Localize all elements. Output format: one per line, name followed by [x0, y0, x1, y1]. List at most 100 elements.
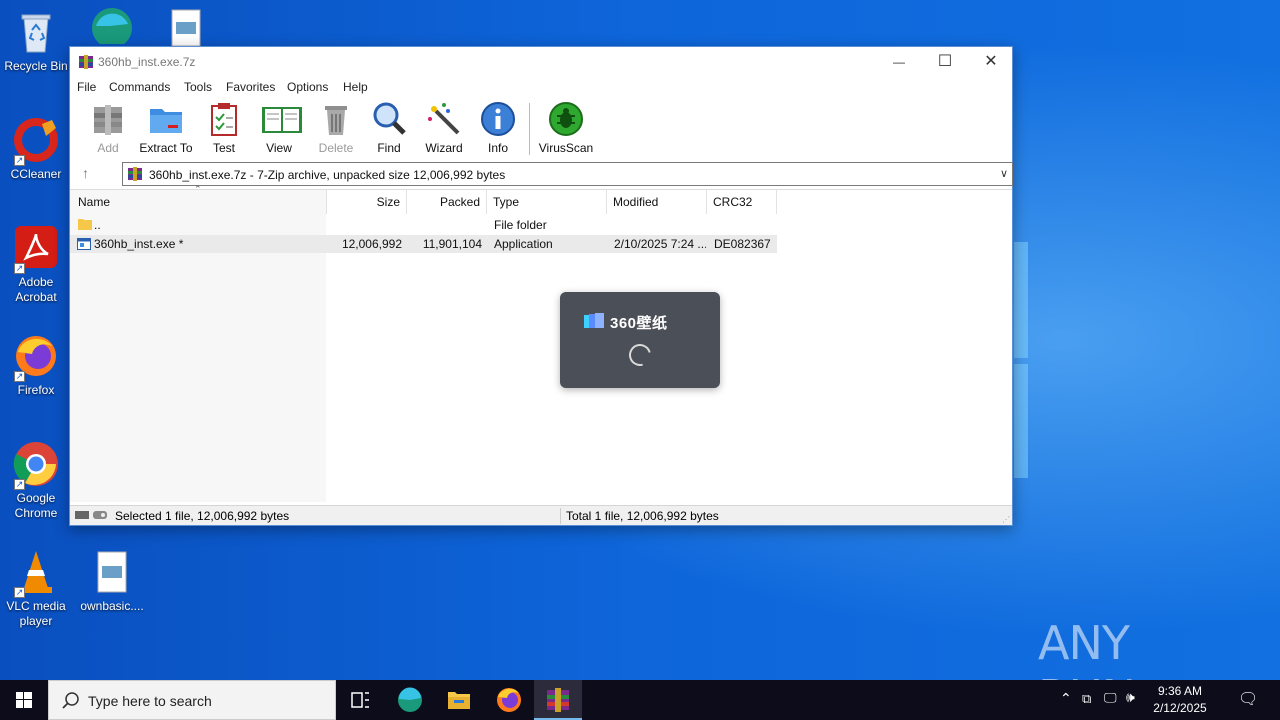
shortcut-arrow-icon: ↗	[14, 155, 25, 166]
view-label: View	[266, 141, 292, 155]
status-divider	[560, 508, 561, 524]
menu-tools[interactable]: Tools	[184, 80, 212, 94]
shortcut-arrow-icon: ↗	[14, 371, 25, 382]
desktop-icon-label: Google Chrome	[14, 491, 58, 520]
light-beam	[1014, 364, 1028, 478]
delete-label: Delete	[318, 141, 354, 155]
virusscan-label: VirusScan	[538, 141, 594, 155]
chevron-up-icon[interactable]: ⌃	[1060, 690, 1072, 707]
extract-to-button[interactable]: Extract To	[138, 101, 194, 155]
maximize-button[interactable]: ☐	[922, 47, 968, 77]
close-button[interactable]: ✕	[968, 47, 1014, 77]
view-book-icon	[261, 101, 302, 137]
search-placeholder: Type here to search	[88, 693, 212, 709]
test-button[interactable]: Test	[206, 101, 242, 155]
start-button[interactable]	[0, 680, 48, 720]
minimize-button[interactable]: —	[876, 47, 922, 77]
loading-spinner-icon	[624, 339, 656, 371]
network-icon[interactable]: 🖵	[1104, 690, 1117, 706]
taskbar-search-box[interactable]: Type here to search	[48, 680, 336, 720]
folder-icon	[448, 692, 470, 709]
clock-time: 9:36 AM	[1157, 684, 1203, 698]
info-icon	[480, 101, 516, 137]
virusscan-button[interactable]: VirusScan	[538, 101, 594, 155]
desktop-icon-label: ownbasic....	[80, 599, 144, 613]
360-logo-icon	[584, 312, 606, 333]
desktop-icon-ownbasic[interactable]: ownbasic....	[76, 548, 148, 614]
info-label: Info	[487, 141, 508, 155]
cell-crc32: DE082367	[714, 237, 771, 251]
desktop-icon-google-chrome[interactable]: ↗ Google Chrome	[0, 440, 72, 521]
title-bar[interactable]: 360hb_inst.exe.7z — ☐ ✕	[70, 47, 1012, 77]
acrobat-icon: ↗	[12, 224, 60, 274]
folder-extract-icon	[148, 101, 184, 137]
menu-file[interactable]: File	[77, 80, 96, 94]
virusscan-bug-icon	[548, 101, 584, 137]
shortcut-arrow-icon: ↗	[14, 479, 25, 490]
menu-favorites[interactable]: Favorites	[226, 80, 275, 94]
chevron-down-icon[interactable]: ∨	[1000, 167, 1008, 180]
volume-icon[interactable]: 🕪	[1126, 689, 1135, 706]
desktop-icon-adobe-acrobat[interactable]: ↗ Adobe Acrobat	[0, 224, 72, 305]
desktop-icon-label: Firefox	[17, 383, 55, 397]
menu-bar: File Commands Tools Favorites Options He…	[70, 77, 1012, 97]
find-magnifier-icon	[371, 101, 407, 137]
winrar-app-icon	[78, 54, 94, 70]
desktop-icon-label: CCleaner	[10, 167, 62, 181]
taskbar-edge[interactable]	[386, 680, 434, 720]
exe-file-icon	[77, 237, 91, 251]
desktop-icon-label: VLC media player	[6, 599, 66, 628]
taskbar-firefox[interactable]	[485, 680, 533, 720]
search-icon	[61, 691, 81, 711]
column-header-modified[interactable]: Modified	[607, 190, 707, 214]
column-header-packed[interactable]: Packed	[407, 190, 487, 214]
menu-commands[interactable]: Commands	[109, 80, 170, 94]
column-header-crc32[interactable]: CRC32	[707, 190, 777, 214]
vlc-cone-icon: ↗	[12, 548, 60, 598]
device-icon[interactable]: ⧉	[1082, 691, 1091, 707]
info-button[interactable]: Info	[480, 101, 516, 155]
menu-options[interactable]: Options	[287, 80, 328, 94]
shortcut-arrow-icon: ↗	[14, 587, 25, 598]
taskbar-winrar[interactable]	[534, 680, 582, 720]
desktop-icon-label: Adobe Acrobat	[15, 275, 57, 304]
status-bar: Selected 1 file, 12,006,992 bytes Total …	[70, 505, 1012, 525]
recycle-bin-icon	[12, 8, 60, 56]
address-field[interactable]: 360hb_inst.exe.7z - 7-Zip archive, unpac…	[122, 162, 1013, 186]
system-tray: ⌃ ⧉ 🖵 🕪 9:36 AM 2/12/2025 🗨	[1060, 680, 1280, 720]
toolbar-separator	[529, 103, 530, 155]
delete-button[interactable]: Delete	[316, 101, 356, 155]
splash-brand: 360壁纸	[584, 311, 696, 333]
column-header-size[interactable]: Size	[327, 190, 407, 214]
up-arrow-icon[interactable]: ↑	[82, 165, 89, 181]
desktop-icon-vlc[interactable]: ↗ VLC media player	[0, 548, 72, 629]
resize-grip-icon[interactable]: ⋰	[1002, 515, 1010, 524]
taskbar-file-explorer[interactable]	[435, 680, 483, 720]
table-row[interactable]: .. File folder	[70, 216, 777, 234]
test-label: Test	[212, 141, 235, 155]
address-text: 360hb_inst.exe.7z - 7-Zip archive, unpac…	[149, 168, 506, 182]
shortcut-arrow-icon: ↗	[14, 263, 25, 274]
cell-type: Application	[494, 237, 553, 251]
archive-window: 360hb_inst.exe.7z — ☐ ✕ File Commands To…	[69, 46, 1013, 526]
column-header-type[interactable]: Type	[487, 190, 607, 214]
folder-icon	[78, 217, 92, 231]
windows-logo-icon	[16, 692, 32, 708]
menu-help[interactable]: Help	[343, 80, 368, 94]
desktop-icon-ccleaner[interactable]: ↗ CCleaner	[0, 116, 72, 182]
clock[interactable]: 9:36 AM 2/12/2025	[1140, 683, 1220, 717]
edge-icon	[88, 4, 136, 52]
wizard-button[interactable]: Wizard	[424, 101, 464, 155]
table-row[interactable]: 360hb_inst.exe * 12,006,992 11,901,104 A…	[70, 235, 777, 253]
add-button[interactable]: Add	[88, 101, 128, 155]
task-view-button[interactable]	[336, 680, 384, 720]
desktop-icon-firefox[interactable]: ↗ Firefox	[0, 332, 72, 398]
notifications-icon[interactable]: 🗨	[1238, 689, 1258, 709]
desktop-icon-recycle-bin[interactable]: Recycle Bin	[0, 8, 72, 74]
light-beam	[1014, 242, 1028, 358]
view-button[interactable]: View	[258, 101, 302, 155]
sort-arrow-icon: ⌃	[194, 184, 202, 194]
image-file-icon	[88, 548, 136, 596]
find-button[interactable]: Find	[370, 101, 408, 155]
status-selected: Selected 1 file, 12,006,992 bytes	[115, 509, 290, 523]
